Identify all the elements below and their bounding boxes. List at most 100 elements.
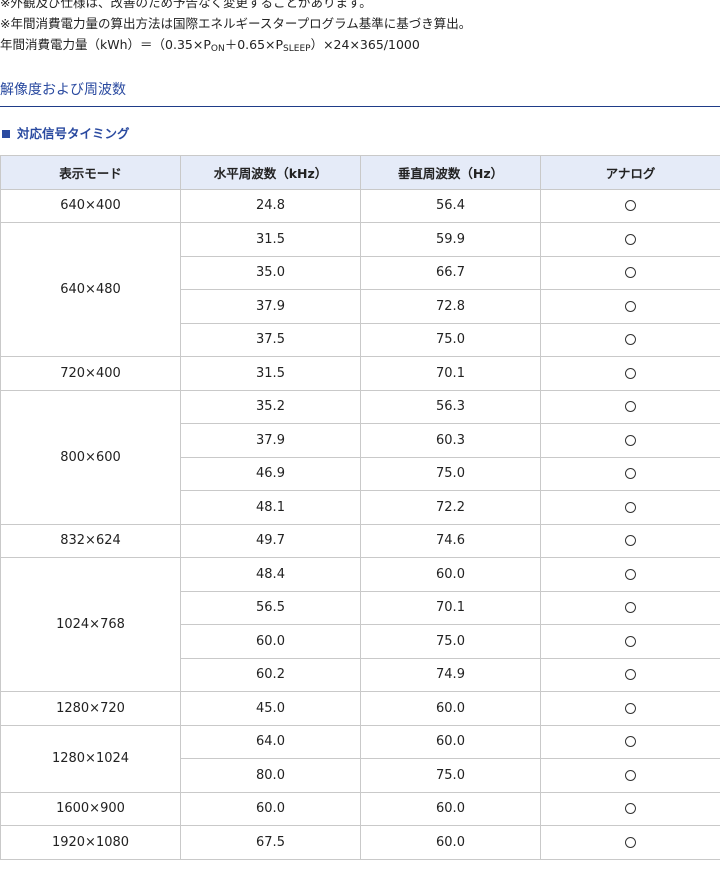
analog-cell bbox=[540, 423, 720, 458]
circle-icon bbox=[625, 702, 636, 714]
horizontal-frequency-cell: 80.0 bbox=[180, 758, 361, 793]
horizontal-frequency-cell: 37.5 bbox=[180, 322, 361, 357]
horizontal-frequency-cell: 56.5 bbox=[180, 590, 361, 625]
display-mode-cell: 1280×1024 bbox=[0, 724, 181, 793]
vertical-frequency-cell: 56.4 bbox=[360, 188, 541, 223]
horizontal-frequency-cell: 24.8 bbox=[180, 188, 361, 223]
vertical-frequency-cell: 60.0 bbox=[360, 724, 541, 759]
analog-cell bbox=[540, 791, 720, 826]
vertical-frequency-cell: 60.0 bbox=[360, 825, 541, 860]
circle-icon bbox=[625, 334, 636, 346]
circle-icon bbox=[625, 501, 636, 513]
analog-cell bbox=[540, 356, 720, 391]
table-row: 640×400 24.8 56.4 bbox=[0, 188, 720, 223]
horizontal-frequency-cell: 37.9 bbox=[180, 423, 361, 458]
table-row: 720×400 31.5 70.1 bbox=[0, 356, 720, 391]
horizontal-frequency-cell: 60.2 bbox=[180, 657, 361, 692]
analog-cell bbox=[540, 389, 720, 424]
analog-cell bbox=[540, 456, 720, 491]
display-mode-cell: 640×400 bbox=[0, 188, 181, 223]
header-analog: アナログ bbox=[540, 155, 720, 190]
table-body: 640×400 24.8 56.4 640×480 31.5 59.9 35.0 66.7 37… bbox=[0, 188, 720, 860]
vertical-frequency-cell: 75.0 bbox=[360, 758, 541, 793]
vertical-frequency-cell: 72.8 bbox=[360, 289, 541, 324]
table-row: 832×624 49.7 74.6 bbox=[0, 523, 720, 558]
analog-cell bbox=[540, 322, 720, 357]
display-mode-cell: 1024×768 bbox=[0, 557, 181, 692]
table-row: 1280×1024 64.0 60.0 bbox=[0, 724, 720, 793]
table-row: 1280×720 45.0 60.0 bbox=[0, 691, 720, 726]
analog-cell bbox=[540, 255, 720, 290]
circle-icon bbox=[625, 635, 636, 647]
horizontal-frequency-cell: 35.2 bbox=[180, 389, 361, 424]
horizontal-frequency-cell: 37.9 bbox=[180, 289, 361, 324]
analog-cell bbox=[540, 590, 720, 625]
display-mode-cell: 640×480 bbox=[0, 222, 181, 357]
circle-icon bbox=[625, 568, 636, 580]
analog-cell bbox=[540, 624, 720, 659]
note-line: ※年間消費電力量の算出方法は国際エネルギースタープログラム基準に基づき算出。 bbox=[0, 16, 472, 31]
display-mode-cell: 720×400 bbox=[0, 356, 181, 391]
vertical-frequency-cell: 60.0 bbox=[360, 691, 541, 726]
analog-cell bbox=[540, 825, 720, 860]
analog-cell bbox=[540, 289, 720, 324]
display-mode-cell: 1600×900 bbox=[0, 791, 181, 826]
signal-timing-table: 表示モード 水平周波数（kHz） 垂直周波数（Hz） アナログ 640×400 2… bbox=[0, 155, 720, 860]
analog-cell bbox=[540, 222, 720, 257]
horizontal-frequency-cell: 35.0 bbox=[180, 255, 361, 290]
horizontal-frequency-cell: 31.5 bbox=[180, 356, 361, 391]
horizontal-frequency-cell: 60.0 bbox=[180, 791, 361, 826]
horizontal-frequency-cell: 48.4 bbox=[180, 557, 361, 592]
vertical-frequency-cell: 72.2 bbox=[360, 490, 541, 525]
vertical-frequency-cell: 60.3 bbox=[360, 423, 541, 458]
circle-icon bbox=[625, 602, 636, 614]
circle-icon bbox=[625, 233, 636, 245]
circle-icon bbox=[625, 535, 636, 547]
horizontal-frequency-cell: 67.5 bbox=[180, 825, 361, 860]
formula-line: 年間消費電力量（kWh）＝（0.35×PON＋0.65×PSLEEP）×24×3… bbox=[0, 34, 720, 60]
vertical-frequency-cell: 59.9 bbox=[360, 222, 541, 257]
circle-icon bbox=[625, 669, 636, 681]
horizontal-frequency-cell: 48.1 bbox=[180, 490, 361, 525]
circle-icon bbox=[625, 769, 636, 781]
display-mode-cell: 800×600 bbox=[0, 389, 181, 525]
circle-icon bbox=[625, 434, 636, 446]
horizontal-frequency-cell: 60.0 bbox=[180, 624, 361, 659]
table-row: 800×600 35.2 56.3 bbox=[0, 389, 720, 525]
horizontal-frequency-cell: 31.5 bbox=[180, 222, 361, 257]
horizontal-frequency-cell: 45.0 bbox=[180, 691, 361, 726]
circle-icon bbox=[625, 300, 636, 312]
circle-icon bbox=[625, 836, 636, 848]
table-row: 1024×768 48.4 60.0 bbox=[0, 557, 720, 692]
header-horizontal-frequency: 水平周波数（kHz） bbox=[180, 155, 361, 190]
vertical-frequency-cell: 60.0 bbox=[360, 557, 541, 592]
horizontal-frequency-cell: 46.9 bbox=[180, 456, 361, 491]
horizontal-frequency-cell: 49.7 bbox=[180, 523, 361, 558]
horizontal-frequency-cell: 64.0 bbox=[180, 724, 361, 759]
formula-sub-on: ON bbox=[210, 44, 225, 54]
vertical-frequency-cell: 74.9 bbox=[360, 657, 541, 692]
analog-cell bbox=[540, 691, 720, 726]
table-header-row: 表示モード 水平周波数（kHz） 垂直周波数（Hz） アナログ bbox=[0, 155, 720, 190]
table-row: 1600×900 60.0 60.0 bbox=[0, 791, 720, 826]
note-line: ※外観及び仕様は、改善のため予告なく変更することがあります。 bbox=[0, 0, 372, 10]
formula-middle: ＋0.65×P bbox=[224, 37, 284, 52]
circle-icon bbox=[625, 803, 636, 815]
square-bullet-icon bbox=[2, 130, 10, 138]
vertical-frequency-cell: 66.7 bbox=[360, 255, 541, 290]
circle-icon bbox=[625, 367, 636, 379]
circle-icon bbox=[625, 468, 636, 480]
vertical-frequency-cell: 70.1 bbox=[360, 590, 541, 625]
formula-sub-sleep: SLEEP bbox=[283, 44, 311, 54]
circle-icon bbox=[625, 401, 636, 413]
circle-icon bbox=[625, 267, 636, 279]
analog-cell bbox=[540, 557, 720, 592]
section-title: 解像度および周波数 bbox=[0, 80, 720, 107]
header-display-mode: 表示モード bbox=[0, 155, 181, 190]
analog-cell bbox=[540, 724, 720, 759]
analog-cell bbox=[540, 657, 720, 692]
vertical-frequency-cell: 75.0 bbox=[360, 322, 541, 357]
display-mode-cell: 1920×1080 bbox=[0, 825, 181, 860]
vertical-frequency-cell: 74.6 bbox=[360, 523, 541, 558]
subsection-title-text: 対応信号タイミング bbox=[17, 126, 130, 141]
